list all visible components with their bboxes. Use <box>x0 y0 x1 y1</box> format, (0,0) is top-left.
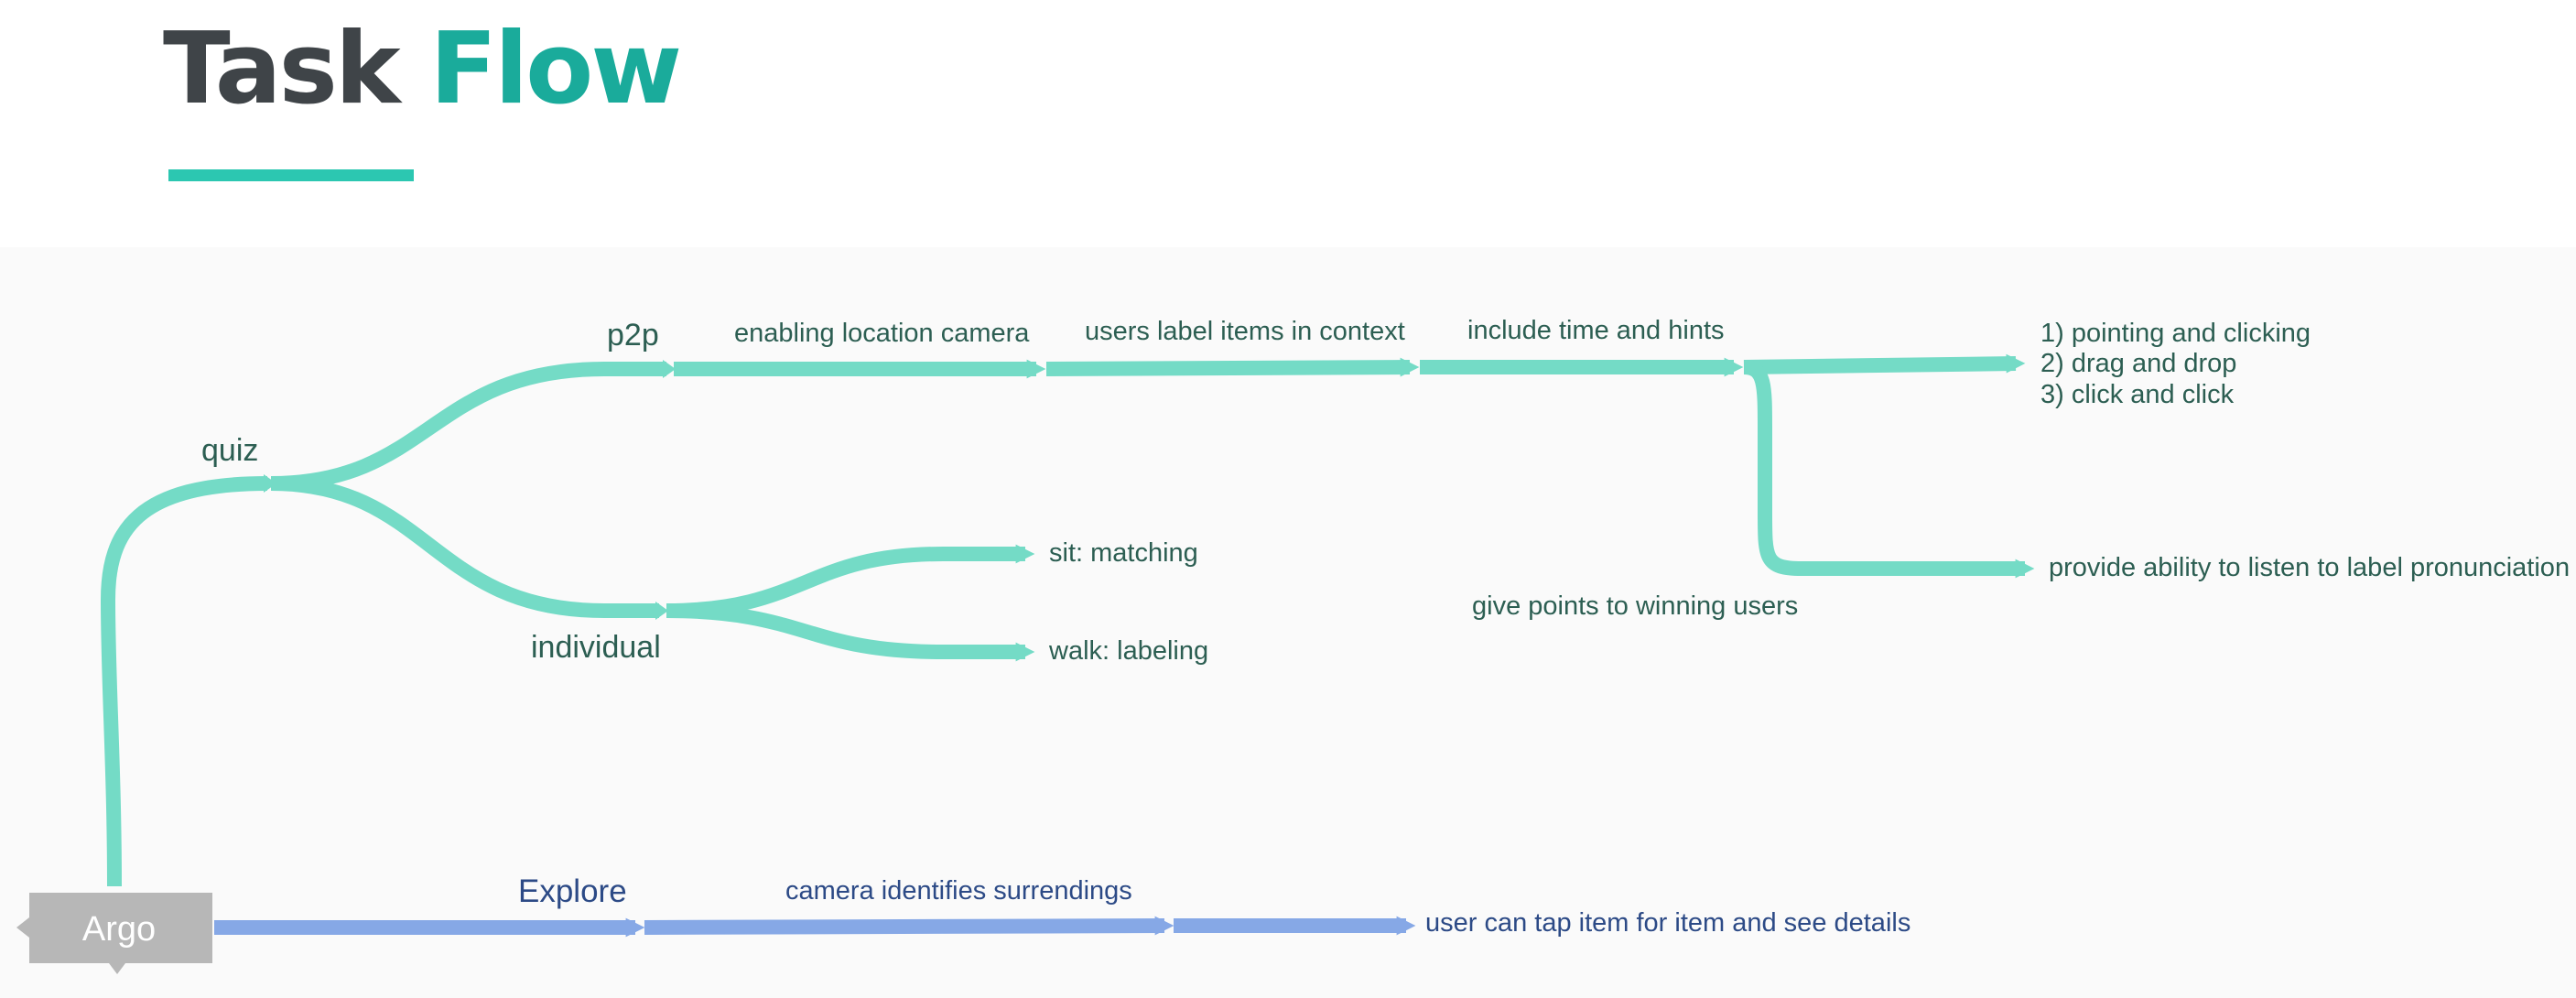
quiz-label: quiz <box>201 433 258 468</box>
p2p-junction-marker <box>663 360 676 378</box>
walk-labeling-label: walk: labeling <box>1048 636 1208 666</box>
users-label-items-label: users label items in context <box>1085 317 1405 346</box>
explore-label: Explore <box>518 873 627 909</box>
individual-junction-marker <box>655 602 668 620</box>
p2p-label: p2p <box>607 318 659 353</box>
task-flow-diagram: Argo quiz p2p individual enabling locati… <box>16 316 2570 974</box>
quiz-to-p2p-connector <box>270 362 666 491</box>
argo-root-node[interactable]: Argo <box>16 893 212 974</box>
root-to-quiz-connector <box>100 476 268 887</box>
option-click-click: 3) click and click <box>2040 380 2235 409</box>
individual-to-walk-connector <box>666 603 1035 662</box>
enabling-to-users-connector <box>1045 357 1420 377</box>
quiz-flow-branch <box>100 353 2035 887</box>
option-pointing-clicking: 1) pointing and clicking <box>2040 319 2311 348</box>
quiz-to-individual-connector <box>270 476 659 618</box>
enabling-location-camera-label: enabling location camera <box>734 319 1030 348</box>
time-to-listen-connector <box>1743 360 2035 579</box>
give-points-label: give points to winning users <box>1472 591 1798 621</box>
explore-flow-branch <box>214 916 1416 938</box>
time-to-options-connector <box>1743 353 2026 374</box>
option-drag-drop: 2) drag and drop <box>2040 349 2236 378</box>
user-tap-details-label: user can tap item for item and see detai… <box>1425 908 1910 938</box>
individual-label: individual <box>531 630 661 665</box>
explore-to-camera-connector <box>644 916 1174 936</box>
listen-pronunciation-label: provide ability to listen to label pronu… <box>2049 553 2570 582</box>
include-time-hints-label: include time and hints <box>1467 316 1725 345</box>
camera-identifies-label: camera identifies surrendings <box>785 876 1132 906</box>
sit-matching-label: sit: matching <box>1049 538 1198 568</box>
argo-root-label: Argo <box>82 910 156 949</box>
individual-to-sit-connector <box>666 544 1035 618</box>
